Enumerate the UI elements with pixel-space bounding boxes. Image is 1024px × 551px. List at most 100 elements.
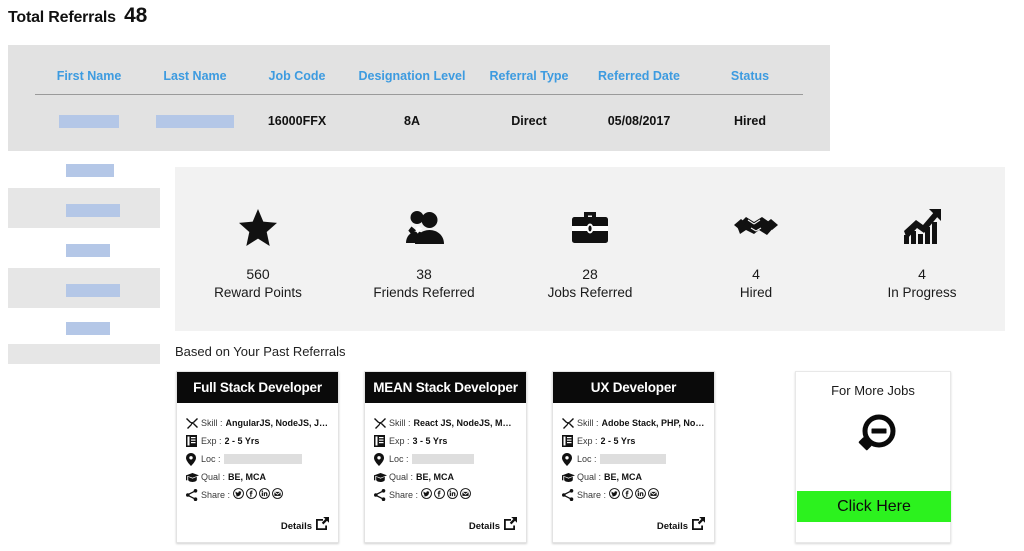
stat-reward-points[interactable]: 560 Reward Points bbox=[175, 205, 341, 300]
external-link-icon bbox=[315, 516, 330, 536]
column-header-last-name[interactable]: Last Name bbox=[143, 69, 247, 83]
star-icon bbox=[239, 205, 277, 249]
cell-status: Hired bbox=[734, 114, 766, 128]
email-icon[interactable] bbox=[648, 486, 659, 504]
details-label: Details bbox=[468, 520, 500, 532]
job-card-details-link[interactable]: Details bbox=[657, 516, 706, 536]
handshake-icon bbox=[734, 205, 778, 249]
table-row[interactable]: 16000FFX 8A Direct 05/08/2017 Hired bbox=[35, 107, 803, 135]
stat-value: 28 bbox=[582, 266, 598, 282]
table-header-row: First Name Last Name Job Code Designatio… bbox=[35, 69, 803, 95]
column-header-job-code[interactable]: Job Code bbox=[247, 69, 347, 83]
twitter-icon[interactable] bbox=[233, 486, 244, 504]
cell-referred-date: 05/08/2017 bbox=[607, 114, 671, 128]
skeleton-bar-5 bbox=[66, 322, 110, 335]
stat-label: Reward Points bbox=[214, 285, 302, 300]
share-label: Share : bbox=[389, 490, 419, 500]
tools-icon bbox=[374, 417, 389, 429]
column-header-status[interactable]: Status bbox=[697, 69, 803, 83]
job-card[interactable]: MEAN Stack Developer Skill : React JS, N… bbox=[364, 371, 527, 543]
exp-label: Exp : bbox=[577, 436, 598, 446]
share-icon bbox=[374, 489, 389, 501]
briefcase-icon bbox=[571, 205, 609, 249]
facebook-icon[interactable] bbox=[622, 486, 633, 504]
linkedin-icon[interactable] bbox=[259, 486, 270, 504]
stat-in-progress[interactable]: 4 In Progress bbox=[839, 205, 1005, 300]
share-icon bbox=[186, 489, 201, 501]
social-share-icons bbox=[233, 486, 283, 504]
stat-hired[interactable]: 4 Hired bbox=[673, 205, 839, 300]
job-card-skill-row: Skill : React JS, NodeJS, Mongo... bbox=[374, 414, 517, 432]
column-header-referred-date[interactable]: Referred Date bbox=[581, 69, 697, 83]
column-header-designation-level[interactable]: Designation Level bbox=[347, 69, 477, 83]
job-card-title: MEAN Stack Developer bbox=[365, 372, 526, 403]
job-card-share-row: Share : bbox=[186, 486, 329, 504]
cell-last-name bbox=[143, 114, 247, 129]
job-card-qual-row: Qual : BE, MCA bbox=[186, 468, 329, 486]
job-card-skill-row: Skill : Adobe Stack, PHP, NodeJS... bbox=[562, 414, 705, 432]
job-card-skill-row: Skill : AngularJS, NodeJS, Java... bbox=[186, 414, 329, 432]
stat-value: 38 bbox=[416, 266, 432, 282]
stat-value: 560 bbox=[246, 266, 270, 282]
skill-label: Skill : bbox=[577, 418, 599, 428]
skill-label: Skill : bbox=[201, 418, 223, 428]
email-icon[interactable] bbox=[460, 486, 471, 504]
job-card[interactable]: Full Stack Developer Skill : AngularJS, … bbox=[176, 371, 339, 543]
stat-jobs-referred[interactable]: 28 Jobs Referred bbox=[507, 205, 673, 300]
skill-value: AngularJS, NodeJS, Java... bbox=[225, 418, 329, 428]
skeleton-row-6[interactable] bbox=[8, 344, 160, 364]
twitter-icon[interactable] bbox=[609, 486, 620, 504]
document-icon bbox=[374, 435, 389, 447]
job-card-title: UX Developer bbox=[553, 372, 714, 403]
graduation-cap-icon bbox=[186, 472, 201, 483]
facebook-icon[interactable] bbox=[434, 486, 445, 504]
job-card[interactable]: UX Developer Skill : Adobe Stack, PHP, N… bbox=[552, 371, 715, 543]
tools-icon bbox=[562, 417, 577, 429]
job-card-qual-row: Qual : BE, MCA bbox=[562, 468, 705, 486]
qual-value: BE, MCA bbox=[604, 472, 643, 482]
qual-value: BE, MCA bbox=[416, 472, 455, 482]
skill-value: Adobe Stack, PHP, NodeJS... bbox=[601, 418, 705, 428]
job-card-details-link[interactable]: Details bbox=[281, 516, 330, 536]
qual-label: Qual : bbox=[201, 472, 226, 482]
qual-value: BE, MCA bbox=[228, 472, 267, 482]
linkedin-icon[interactable] bbox=[447, 486, 458, 504]
skeleton-bar-2 bbox=[66, 204, 120, 217]
page-title-label: Total Referrals bbox=[8, 9, 116, 26]
document-icon bbox=[562, 435, 577, 447]
job-card-details-link[interactable]: Details bbox=[469, 516, 518, 536]
column-header-referral-type[interactable]: Referral Type bbox=[477, 69, 581, 83]
facebook-icon[interactable] bbox=[246, 486, 257, 504]
job-card-loc-row: Loc : bbox=[374, 450, 517, 468]
map-pin-icon bbox=[562, 452, 577, 466]
page-title: Total Referrals 48 bbox=[8, 4, 147, 28]
job-card-exp-row: Exp : 2 - 5 Yrs bbox=[562, 432, 705, 450]
skeleton-bar-3 bbox=[66, 244, 110, 257]
share-label: Share : bbox=[577, 490, 607, 500]
loc-label: Loc : bbox=[389, 454, 409, 464]
redacted-location bbox=[599, 454, 666, 464]
column-header-first-name[interactable]: First Name bbox=[35, 69, 143, 83]
cell-referral-type: Direct bbox=[511, 114, 547, 128]
stat-friends-referred[interactable]: 38 Friends Referred bbox=[341, 205, 507, 300]
job-card-exp-row: Exp : 2 - 5 Yrs bbox=[186, 432, 329, 450]
map-pin-icon bbox=[186, 452, 201, 466]
linkedin-icon[interactable] bbox=[635, 486, 646, 504]
loc-label: Loc : bbox=[577, 454, 597, 464]
cell-first-name bbox=[35, 114, 143, 129]
share-label: Share : bbox=[201, 490, 231, 500]
jobs-section-caption: Based on Your Past Referrals bbox=[175, 344, 346, 359]
redacted-location bbox=[411, 454, 474, 464]
email-icon[interactable] bbox=[272, 486, 283, 504]
job-card-loc-row: Loc : bbox=[186, 450, 329, 468]
social-share-icons bbox=[421, 486, 471, 504]
click-here-button[interactable]: Click Here bbox=[797, 491, 951, 522]
exp-label: Exp : bbox=[389, 436, 410, 446]
share-icon bbox=[562, 489, 577, 501]
total-referrals-count: 48 bbox=[124, 4, 148, 27]
job-card-qual-row: Qual : BE, MCA bbox=[374, 468, 517, 486]
document-icon bbox=[186, 435, 201, 447]
cell-designation-level: 8A bbox=[404, 114, 420, 128]
twitter-icon[interactable] bbox=[421, 486, 432, 504]
skeleton-bar-1 bbox=[66, 164, 114, 177]
